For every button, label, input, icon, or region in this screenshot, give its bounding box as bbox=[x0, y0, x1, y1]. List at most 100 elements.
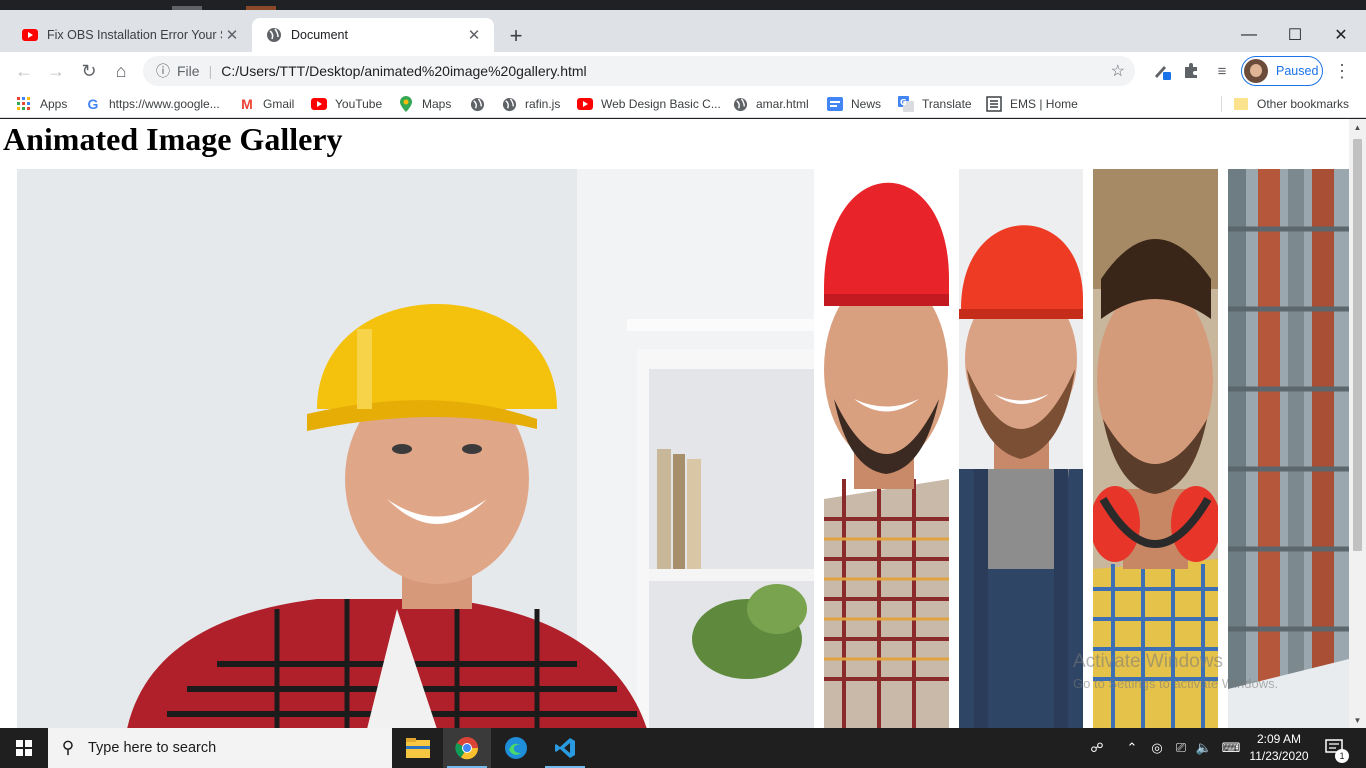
show-hidden-icons-chevron-icon[interactable]: ⌃ bbox=[1124, 728, 1140, 768]
reload-button[interactable]: ↻ bbox=[75, 57, 103, 85]
url-divider: | bbox=[208, 63, 213, 79]
url-text: C:/Users/TTT/Desktop/animated%20image%20… bbox=[221, 63, 587, 79]
globe-icon bbox=[732, 96, 748, 112]
activate-windows-subtitle: Go to Settings to activate Windows. bbox=[1073, 676, 1279, 691]
youtube-icon bbox=[311, 96, 327, 112]
back-button[interactable]: ← bbox=[10, 57, 38, 85]
bookmark-google[interactable]: G https://www.google... bbox=[85, 95, 220, 113]
volume-icon[interactable]: 🔈 bbox=[1194, 728, 1214, 768]
file-explorer-button[interactable] bbox=[394, 728, 442, 768]
google-news-icon bbox=[827, 96, 843, 112]
scrollbar-thumb[interactable] bbox=[1353, 139, 1362, 551]
tab-obs-video[interactable]: Fix OBS Installation Error Your Sy ✕ bbox=[8, 18, 252, 52]
search-icon: ⚲ bbox=[61, 738, 75, 757]
clock-date: 11/23/2020 bbox=[1249, 749, 1309, 763]
home-button[interactable]: ⌂ bbox=[107, 57, 135, 85]
forward-button[interactable]: → bbox=[42, 57, 70, 85]
scroll-down-arrow-icon[interactable]: ▼ bbox=[1353, 716, 1362, 725]
tab-document[interactable]: Document ✕ bbox=[252, 18, 494, 52]
avatar bbox=[1244, 59, 1268, 83]
profile-status: Paused bbox=[1276, 64, 1319, 78]
page-viewport: Animated Image Gallery Activate Windows … bbox=[0, 119, 1349, 728]
activate-windows-title: Activate Windows bbox=[1073, 651, 1223, 672]
bookmark-amar[interactable]: amar.html bbox=[732, 95, 809, 113]
gallery-image-older-worker[interactable] bbox=[17, 169, 814, 728]
system-clock[interactable]: 2:09 AM 11/23/2020 bbox=[1240, 731, 1318, 765]
bookmark-label: Apps bbox=[40, 97, 68, 111]
bookmark-maps[interactable]: Maps bbox=[398, 95, 451, 113]
close-window-button[interactable]: ✕ bbox=[1318, 20, 1364, 50]
globe-icon bbox=[469, 96, 485, 112]
profile-button[interactable]: Paused bbox=[1241, 56, 1323, 86]
gmail-icon: M bbox=[241, 96, 253, 112]
edge-icon bbox=[505, 737, 527, 759]
youtube-icon bbox=[22, 29, 38, 41]
close-tab-icon[interactable]: ✕ bbox=[464, 25, 484, 45]
gallery-image-building[interactable] bbox=[1228, 169, 1349, 728]
bookmark-label: News bbox=[851, 97, 882, 111]
tab-strip: Fix OBS Installation Error Your Sy ✕ Doc… bbox=[0, 10, 1366, 52]
taskbar-search-box[interactable]: ⚲ Type here to search bbox=[48, 728, 392, 768]
bookmark-news[interactable]: News bbox=[827, 95, 881, 113]
ems-icon bbox=[986, 96, 1002, 112]
search-placeholder: Type here to search bbox=[88, 740, 217, 756]
info-icon[interactable]: ⓘ bbox=[153, 61, 173, 81]
bookmark-other-folder[interactable]: Other bookmarks bbox=[1233, 95, 1349, 113]
globe-icon bbox=[267, 28, 281, 42]
chrome-taskbar-button[interactable] bbox=[443, 728, 491, 768]
folder-icon bbox=[1233, 96, 1249, 112]
meet-now-icon[interactable]: ◎ bbox=[1148, 728, 1166, 768]
bookmark-gmail[interactable]: M Gmail bbox=[239, 95, 294, 113]
maps-pin-icon bbox=[398, 96, 414, 112]
gallery-image-bearded-worker[interactable] bbox=[959, 169, 1083, 728]
bookmark-translate[interactable]: G Translate bbox=[898, 95, 972, 113]
vscode-taskbar-button[interactable] bbox=[541, 728, 589, 768]
bookmark-youtube[interactable]: YouTube bbox=[311, 95, 382, 113]
bookmark-label: YouTube bbox=[335, 97, 383, 111]
apps-grid-icon bbox=[16, 96, 32, 112]
bookmark-label: EMS | Home bbox=[1010, 97, 1078, 111]
bookmark-label: Gmail bbox=[263, 97, 295, 111]
address-bar[interactable]: ⓘ File | C:/Users/TTT/Desktop/animated%2… bbox=[143, 56, 1135, 86]
network-icon[interactable]: ⎚ bbox=[1171, 728, 1191, 768]
bookmark-label: https://www.google... bbox=[109, 97, 220, 111]
extension-pen-icon[interactable] bbox=[1150, 59, 1174, 83]
close-tab-icon[interactable]: ✕ bbox=[222, 25, 242, 45]
bookmark-rafin[interactable]: rafin.js bbox=[501, 95, 560, 113]
gallery-image-ear-protector-worker[interactable] bbox=[1093, 169, 1218, 728]
people-icon[interactable]: ☍ bbox=[1086, 728, 1108, 768]
page-scrollbar[interactable]: ▲ ▼ bbox=[1349, 119, 1366, 728]
bookmark-label: rafin.js bbox=[525, 97, 561, 111]
folder-icon bbox=[406, 738, 430, 758]
media-queue-icon[interactable]: ≡ bbox=[1210, 59, 1234, 83]
bookmark-label: amar.html bbox=[756, 97, 809, 111]
svg-text:G: G bbox=[900, 98, 907, 107]
bookmark-apps[interactable]: Apps bbox=[16, 95, 67, 113]
tab-title: Document bbox=[291, 28, 348, 42]
image-gallery bbox=[17, 169, 1349, 728]
chrome-icon bbox=[455, 737, 479, 760]
screen-top-strip bbox=[0, 0, 1366, 10]
new-tab-button[interactable]: + bbox=[503, 23, 529, 49]
google-translate-icon: G bbox=[898, 96, 914, 112]
bookmark-web-design[interactable]: Web Design Basic C... bbox=[577, 95, 721, 113]
bookmark-ems[interactable]: EMS | Home bbox=[986, 95, 1078, 113]
gallery-image-young-worker[interactable] bbox=[824, 169, 949, 728]
bookmark-label: Other bookmarks bbox=[1257, 97, 1350, 111]
bookmark-label: Maps bbox=[422, 97, 452, 111]
maximize-button[interactable]: ☐ bbox=[1272, 20, 1318, 50]
google-icon: G bbox=[87, 96, 99, 112]
start-button[interactable] bbox=[0, 728, 48, 768]
bookmark-unnamed[interactable] bbox=[469, 95, 493, 113]
url-scheme: File bbox=[177, 63, 200, 79]
extensions-puzzle-icon[interactable] bbox=[1179, 59, 1203, 83]
windows-logo-icon bbox=[16, 740, 32, 756]
clock-time: 2:09 AM bbox=[1256, 732, 1302, 746]
globe-icon bbox=[501, 96, 517, 112]
bookmark-star-icon[interactable]: ☆ bbox=[1111, 61, 1125, 81]
action-center-button[interactable]: 1 bbox=[1320, 728, 1350, 768]
edge-taskbar-button[interactable] bbox=[492, 728, 540, 768]
menu-kebab-icon[interactable]: ⋮ bbox=[1330, 59, 1354, 83]
scroll-up-arrow-icon[interactable]: ▲ bbox=[1353, 123, 1362, 132]
minimize-button[interactable]: — bbox=[1226, 20, 1272, 50]
